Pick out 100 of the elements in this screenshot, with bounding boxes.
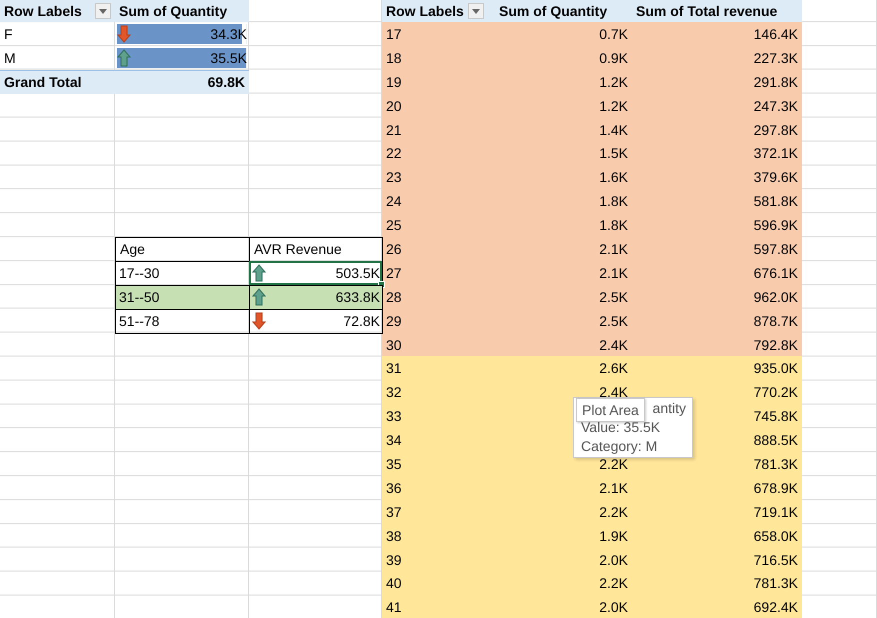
quantity-value: 1.4K [599, 122, 628, 138]
quantity-value: 2.1K [599, 264, 628, 281]
revenue-value: 227.3K [754, 50, 798, 66]
row-label: 33 [386, 408, 402, 424]
revenue-value: 146.4K [754, 26, 798, 42]
revenue-value: 888.5K [754, 432, 798, 448]
quantity-value: 2.2K [599, 504, 628, 520]
row-label: 20 [386, 98, 402, 114]
revenue-value: 596.9K [754, 217, 798, 234]
quantity-value: 1.9K [599, 528, 628, 544]
revenue-value: 692.4K [754, 599, 798, 616]
grand-total-label: Grand Total [4, 74, 82, 90]
row-label: 19 [386, 74, 402, 90]
column-header: AVR Revenue [254, 241, 342, 258]
quantity-value: 2.1K [599, 480, 628, 496]
age-range: 31--50 [119, 288, 160, 305]
quantity-value: 2.2K [599, 456, 628, 472]
row-label: 40 [386, 575, 402, 592]
revenue-value: 716.5K [754, 552, 798, 568]
revenue-value: 658.0K [754, 528, 798, 544]
row-label: 28 [386, 288, 402, 305]
quantity-value: 2.2K [599, 575, 628, 592]
quantity-value: 2.4K [599, 336, 628, 353]
table-cell[interactable]: 503.5K [249, 260, 382, 285]
row-label: M [4, 50, 16, 66]
revenue-value: 503.5K [336, 264, 380, 281]
revenue-value: 781.3K [754, 456, 798, 472]
revenue-value: 72.8K [343, 312, 380, 329]
quantity-value: 0.7K [599, 26, 628, 42]
row-label: 21 [386, 122, 402, 138]
row-label: 27 [386, 264, 402, 281]
row-label: 38 [386, 528, 402, 544]
row-label: 35 [386, 456, 402, 472]
quantity-value: 1.2K [599, 98, 628, 114]
age-range: 17--30 [119, 264, 160, 281]
quantity-value: 0.9K [599, 50, 628, 66]
row-label: 39 [386, 552, 402, 568]
row-label: 25 [386, 217, 402, 234]
row-label: F [4, 26, 13, 42]
up-arrow-icon [252, 264, 266, 282]
revenue-value: 297.8K [754, 122, 798, 138]
revenue-value: 745.8K [754, 408, 798, 424]
quantity-value: 1.5K [599, 145, 628, 162]
revenue-value: 676.1K [754, 264, 798, 281]
quantity-value: 1.8K [599, 193, 628, 210]
dropdown-button[interactable] [468, 3, 484, 19]
column-header: Row Labels [4, 3, 82, 19]
tooltip-label: Plot Area [576, 398, 645, 422]
revenue-value: 962.0K [754, 288, 798, 305]
tooltip-text: antity [652, 399, 686, 418]
down-arrow-icon [252, 312, 266, 330]
row-label: 36 [386, 480, 402, 496]
quantity-value: 1.2K [599, 74, 628, 90]
quantity-value: 2.1K [599, 240, 628, 257]
tooltip-text: Category: M [581, 437, 658, 456]
quantity-value: 2.5K [599, 288, 628, 305]
column-header: Sum of Quantity [499, 3, 608, 19]
row-label: 41 [386, 599, 402, 616]
up-arrow-icon [117, 48, 131, 67]
revenue-value: 372.1K [754, 145, 798, 162]
revenue-value: 581.8K [754, 193, 798, 210]
quantity-value: 2.5K [599, 312, 628, 329]
revenue-value: 597.8K [754, 240, 798, 257]
revenue-value: 633.8K [336, 288, 380, 305]
revenue-value: 781.3K [754, 575, 798, 592]
row-label: 22 [386, 145, 402, 162]
quantity-value: 2.4K [599, 384, 628, 400]
row-label: 30 [386, 336, 402, 353]
quantity-value: 2.0K [599, 599, 628, 616]
row-label: 17 [386, 26, 402, 42]
row-label: 32 [386, 384, 402, 400]
revenue-value: 878.7K [754, 312, 798, 329]
row-label: 31 [386, 360, 402, 376]
column-header: Row Labels [386, 3, 464, 19]
column-header: Age [120, 241, 145, 258]
revenue-value: 719.1K [754, 504, 798, 520]
row-label: 37 [386, 504, 402, 520]
up-arrow-icon [252, 288, 266, 306]
caret-icon [99, 8, 107, 14]
quantity-value: 2.0K [599, 552, 628, 568]
row-label: 34 [386, 432, 402, 448]
table-cell[interactable]: 633.8K [249, 284, 382, 309]
quantity-value: 2.6K [599, 360, 628, 376]
row-label: 24 [386, 193, 402, 210]
revenue-value: 792.8K [754, 336, 798, 353]
column-header: Sum of Total revenue [636, 3, 778, 19]
revenue-value: 247.3K [754, 98, 798, 114]
column-header: Sum of Quantity [119, 3, 228, 19]
age-range: 51--78 [119, 312, 160, 329]
revenue-value: 678.9K [754, 480, 798, 496]
row-label: 29 [386, 312, 402, 329]
dropdown-button[interactable] [95, 3, 111, 19]
revenue-value: 770.2K [754, 384, 798, 400]
down-arrow-icon [117, 24, 131, 43]
grand-total-value: 69.8K [208, 74, 245, 90]
row-label: 23 [386, 169, 402, 186]
table-cell[interactable]: 72.8K [249, 308, 382, 333]
quantity-value: 1.6K [599, 169, 628, 186]
revenue-value: 291.8K [754, 74, 798, 90]
revenue-value: 379.6K [754, 169, 798, 186]
